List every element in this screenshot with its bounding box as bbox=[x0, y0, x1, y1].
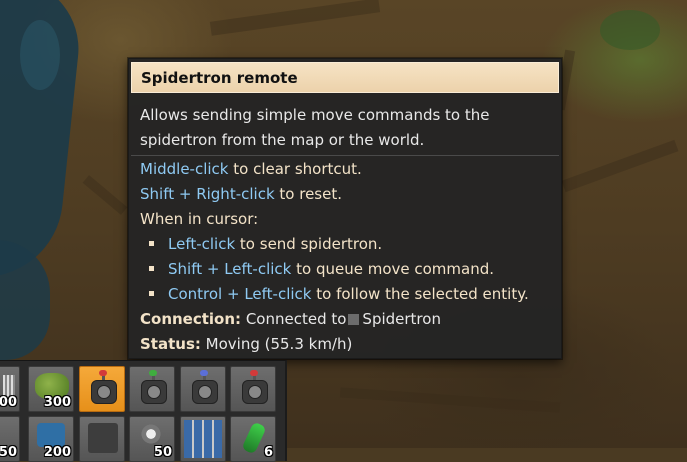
connection-label: Connection: bbox=[140, 310, 242, 328]
item-count: 50 bbox=[153, 445, 172, 460]
tooltip-hint: When in cursor: bbox=[140, 209, 258, 229]
cliff bbox=[561, 139, 679, 193]
item-count: 300 bbox=[43, 395, 71, 410]
water-area bbox=[0, 240, 50, 360]
dial bbox=[248, 385, 262, 399]
quickbar-slot-spidertron-remote[interactable] bbox=[129, 366, 175, 412]
solar-panel-icon bbox=[184, 420, 222, 458]
tooltip-hint: Left-click to send spidertron. bbox=[149, 234, 382, 254]
remote-led bbox=[99, 370, 107, 376]
dial bbox=[147, 385, 161, 399]
quickbar-slot-spidertron-remote[interactable] bbox=[230, 366, 276, 412]
item-count: 00 bbox=[0, 395, 17, 410]
dial bbox=[198, 385, 212, 399]
item-tooltip: Spidertron remote Allows sending simple … bbox=[128, 58, 562, 359]
hint-text: to queue move command. bbox=[291, 260, 495, 278]
hint-key: Shift + Right-click bbox=[140, 185, 275, 203]
hint-key: Left-click bbox=[168, 235, 236, 253]
gears-icon bbox=[140, 423, 162, 445]
hint-text: When in cursor: bbox=[140, 210, 259, 228]
connection-target: Spidertron bbox=[362, 310, 441, 328]
status-label: Status: bbox=[140, 335, 201, 353]
bullet-icon bbox=[149, 290, 154, 296]
tooltip-hint: Middle-click to clear shortcut. bbox=[140, 159, 362, 179]
item-icon bbox=[37, 423, 65, 447]
quickbar-slot[interactable]: 6 bbox=[230, 416, 276, 462]
quickbar-slot[interactable] bbox=[79, 416, 125, 462]
status-value: Moving (55.3 km/h) bbox=[205, 335, 353, 353]
connection-text: Connected to bbox=[245, 310, 347, 328]
bullet-icon bbox=[149, 265, 154, 271]
quickbar-slot[interactable]: 00 bbox=[0, 366, 20, 412]
hint-key: Control + Left-click bbox=[168, 285, 312, 303]
item-count: 6 bbox=[263, 445, 273, 460]
hint-text: to send spidertron. bbox=[235, 235, 383, 253]
tooltip-hint: Shift + Right-click to reset. bbox=[140, 184, 342, 204]
hint-key: Shift + Left-click bbox=[168, 260, 292, 278]
quickbar-slot[interactable]: 200 bbox=[28, 416, 74, 462]
grass-area bbox=[600, 10, 660, 50]
item-count: 50 bbox=[0, 445, 17, 460]
item-count: 200 bbox=[43, 445, 71, 460]
quickbar-slot-spidertron-remote[interactable] bbox=[180, 366, 226, 412]
hint-text: to clear shortcut. bbox=[228, 160, 362, 178]
cliff bbox=[209, 0, 381, 36]
tooltip-title: Spidertron remote bbox=[131, 62, 559, 93]
tooltip-hint: Shift + Left-click to queue move command… bbox=[149, 259, 494, 279]
remote-led bbox=[149, 370, 157, 376]
dial bbox=[97, 385, 111, 399]
tooltip-description: Allows sending simple move commands to t… bbox=[140, 106, 490, 149]
spidertron-icon bbox=[348, 314, 360, 325]
quickbar-slot[interactable]: 50 bbox=[0, 416, 20, 462]
quickbar-slot[interactable]: 300 bbox=[28, 366, 74, 412]
quickbar-slot[interactable] bbox=[180, 416, 226, 462]
bullet-icon bbox=[149, 240, 154, 246]
status-row: Status: Moving (55.3 km/h) bbox=[140, 334, 352, 354]
water-area bbox=[20, 20, 60, 90]
quickbar: 00 300 50 200 50 6 bbox=[0, 360, 287, 462]
connection-row: Connection: Connected to Spidertron bbox=[140, 309, 441, 329]
capsule-icon bbox=[241, 421, 267, 455]
quickbar-slot-spidertron-remote[interactable] bbox=[79, 366, 125, 412]
tooltip-hint: Control + Left-click to follow the selec… bbox=[149, 284, 529, 304]
cliff bbox=[82, 175, 128, 215]
remote-led bbox=[250, 370, 258, 376]
cliff bbox=[339, 387, 561, 413]
hint-text: to reset. bbox=[274, 185, 342, 203]
hint-key: Middle-click bbox=[140, 160, 229, 178]
quickbar-slot[interactable]: 50 bbox=[129, 416, 175, 462]
tooltip-divider bbox=[131, 155, 559, 156]
remote-led bbox=[200, 370, 208, 376]
machine-icon bbox=[88, 423, 118, 453]
hint-text: to follow the selected entity. bbox=[311, 285, 529, 303]
